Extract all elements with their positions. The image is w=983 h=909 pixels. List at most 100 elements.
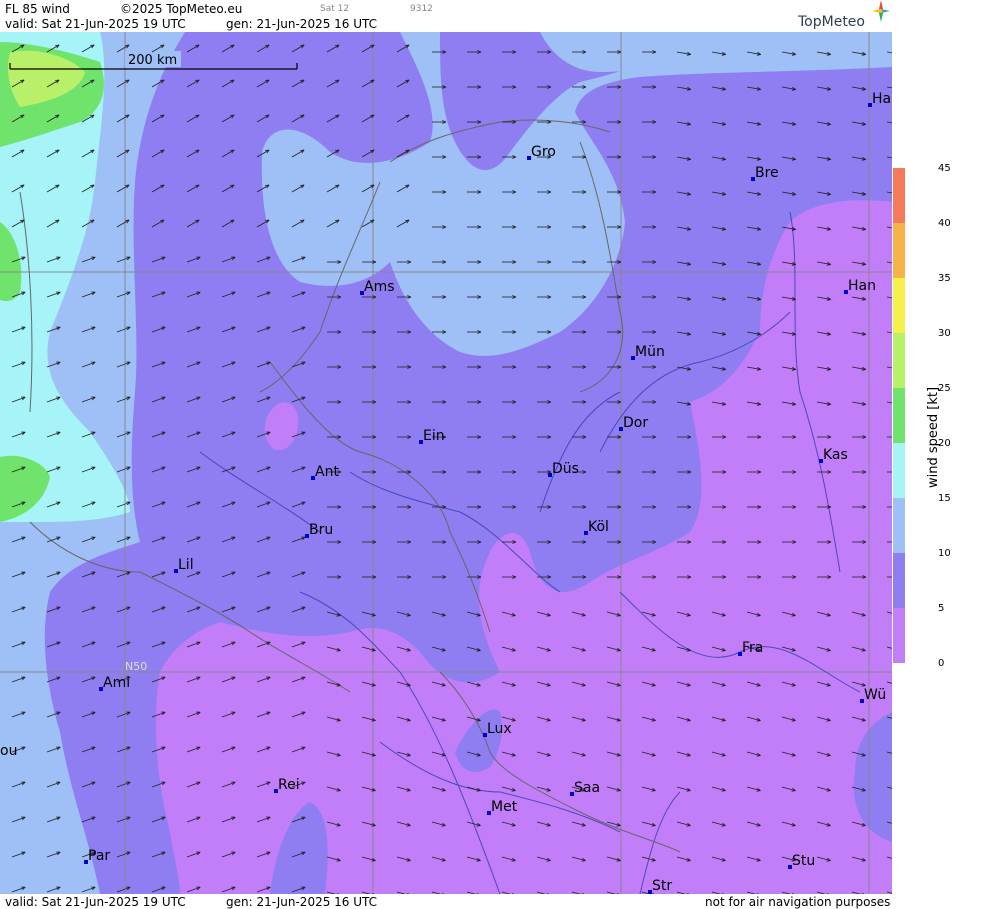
legend-colorbar <box>893 168 905 663</box>
wind-arrow-head <box>791 720 796 722</box>
product-title: FL 85 wind <box>5 2 70 16</box>
wind-arrow-head <box>371 755 376 757</box>
wind-arrow-head <box>651 720 656 722</box>
wind-arrow-head <box>581 825 586 827</box>
wind-arrow-head <box>651 755 656 757</box>
wind-map[interactable]: 200 km N50 Ha Gro Bre Ams Han Mün Ein Dor Ant Düs… <box>0 32 892 894</box>
city-label: Stu <box>792 853 815 869</box>
city-label: Lux <box>487 721 512 737</box>
city-label: Lil <box>178 557 194 573</box>
generated-time: gen: 21-Jun-2025 16 UTC <box>226 17 378 31</box>
legend-tick: 40 <box>938 218 951 229</box>
wind-arrow-head <box>546 650 551 652</box>
city-label: Fra <box>742 640 763 656</box>
wind-arrow-head <box>581 720 586 722</box>
wind-arrow-head <box>511 860 516 862</box>
wind-arrow-head <box>441 755 446 757</box>
city-label: Met <box>491 799 518 815</box>
wind-arrow-head <box>861 860 866 862</box>
legend-tick: 10 <box>938 548 951 559</box>
wind-arrow-head <box>581 615 586 617</box>
wind-arrow-head <box>546 825 551 827</box>
legend-tick: 45 <box>938 163 951 174</box>
wind-arrow-head <box>441 685 446 687</box>
wind-arrow-head <box>336 860 341 862</box>
wind-arrow-head <box>616 720 621 722</box>
wind-arrow-head <box>616 685 621 687</box>
wind-arrow-head <box>581 860 586 862</box>
city-label: ou <box>0 743 17 759</box>
legend-tick: 0 <box>938 658 945 669</box>
wind-arrow-head <box>511 685 516 687</box>
city-label: Dor <box>623 415 648 431</box>
wind-arrow-head <box>861 650 866 652</box>
wind-arrow-head <box>476 720 481 722</box>
wind-arrow-head <box>721 650 726 652</box>
wind-arrow-head <box>406 720 411 722</box>
brand-name: TopMeteo <box>798 14 865 30</box>
wind-arrow-head <box>476 685 481 687</box>
wind-arrow-head <box>441 720 446 722</box>
code-label: 9312 <box>410 4 433 14</box>
wind-arrow-head <box>861 720 866 722</box>
city-label: Par <box>88 848 110 864</box>
city-label: Bru <box>309 522 333 538</box>
wind-arrow-head <box>791 790 796 792</box>
wind-arrow-head <box>511 755 516 757</box>
city-label: Düs <box>552 461 579 477</box>
valid-time: valid: Sat 21-Jun-2025 19 UTC <box>5 17 186 31</box>
wind-arrow-head <box>616 860 621 862</box>
city-label: Gro <box>531 144 556 160</box>
topmeteo-logo[interactable]: TopMeteo <box>798 0 890 30</box>
wind-arrow-head <box>861 615 866 617</box>
wind-arrow-head <box>581 685 586 687</box>
copyright: ©2025 TopMeteo.eu <box>120 2 243 16</box>
wind-arrow-head <box>826 720 831 722</box>
wind-arrow-head <box>756 685 761 687</box>
wind-arrow-head <box>791 825 796 827</box>
wind-arrow-head <box>406 685 411 687</box>
wind-arrow-head <box>371 860 376 862</box>
wind-arrow-head <box>336 615 341 617</box>
wind-arrow-head <box>616 615 621 617</box>
wind-arrow-head <box>651 860 656 862</box>
wind-arrow-head <box>546 860 551 862</box>
footer-notice: not for air navigation purposes <box>705 895 891 909</box>
city-label: Str <box>652 878 672 894</box>
wind-arrow-head <box>371 790 376 792</box>
wind-arrow-head <box>581 755 586 757</box>
wind-arrow-head <box>616 755 621 757</box>
compass-icon <box>872 0 890 22</box>
wind-arrow-head <box>616 825 621 827</box>
wind-arrow-head <box>756 825 761 827</box>
wind-arrow-head <box>721 860 726 862</box>
wind-arrow-head <box>336 650 341 652</box>
wind-arrow-head <box>476 825 481 827</box>
wind-arrow-head <box>476 790 481 792</box>
wind-arrow-head <box>686 755 691 757</box>
wind-arrow-head <box>756 720 761 722</box>
wind-arrow-head <box>756 860 761 862</box>
wind-arrow-head <box>686 650 691 652</box>
city-label: Ams <box>364 279 395 295</box>
wind-arrow-head <box>441 790 446 792</box>
wind-arrow-head <box>651 825 656 827</box>
wind-arrow-head <box>686 615 691 617</box>
legend-tick: 35 <box>938 273 951 284</box>
wind-arrow-head <box>721 755 726 757</box>
wind-arrow-head <box>441 860 446 862</box>
wind-arrow-head <box>371 650 376 652</box>
footer-generated: gen: 21-Jun-2025 16 UTC <box>226 895 378 909</box>
wind-arrow-head <box>406 755 411 757</box>
wind-arrow-head <box>721 790 726 792</box>
legend-tick: 15 <box>938 493 951 504</box>
wind-arrow-head <box>651 685 656 687</box>
wind-arrow-head <box>441 825 446 827</box>
wind-arrow-head <box>686 825 691 827</box>
wind-arrow-head <box>336 685 341 687</box>
wind-arrow-head <box>686 860 691 862</box>
wind-arrow-head <box>861 790 866 792</box>
wind-arrow-head <box>826 825 831 827</box>
wind-arrow-head <box>406 615 411 617</box>
city-label: Ha <box>872 91 891 107</box>
